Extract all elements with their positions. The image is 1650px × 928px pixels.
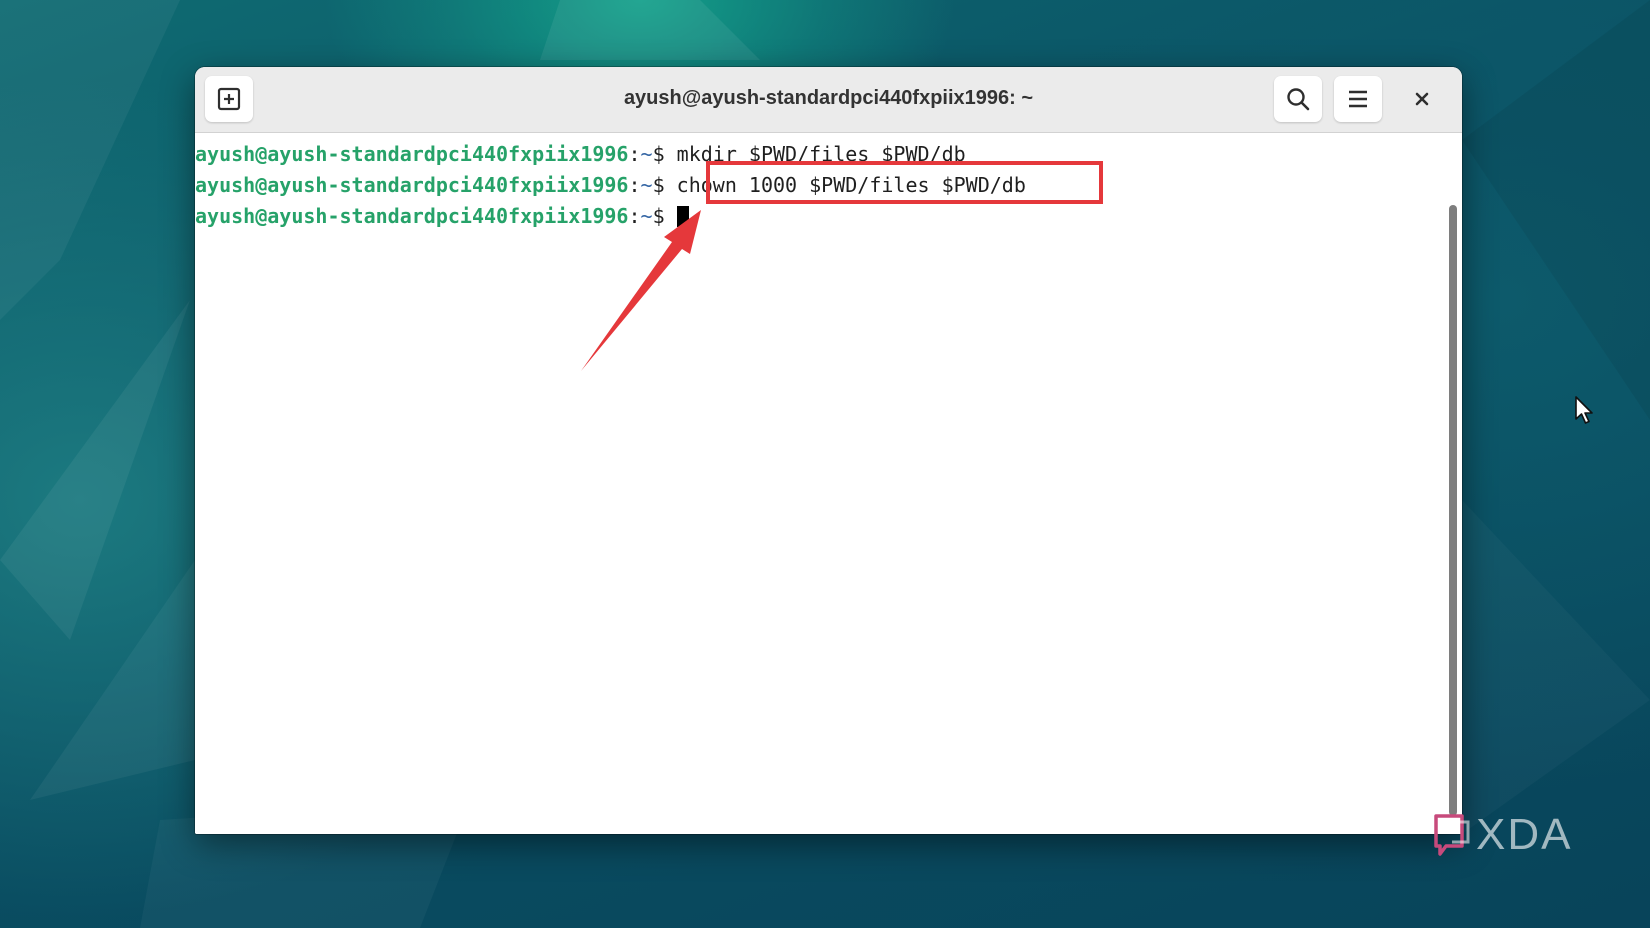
terminal-line: ayush@ayush-standardpci440fxpiix1996:~$ …: [195, 170, 1444, 201]
terminal-output[interactable]: ayush@ayush-standardpci440fxpiix1996:~$ …: [195, 133, 1444, 834]
search-button[interactable]: [1274, 76, 1322, 122]
xda-watermark: XDA: [1432, 812, 1572, 858]
prompt-path: ~: [640, 204, 653, 228]
prompt-path: ~: [640, 142, 653, 166]
title-bar: ayush@ayush-standardpci440fxpiix1996: ~: [195, 67, 1462, 133]
scrollbar-thumb[interactable]: [1449, 205, 1457, 816]
plus-square-icon: [217, 87, 241, 111]
scrollbar[interactable]: [1444, 133, 1462, 834]
hamburger-menu-icon: [1349, 90, 1367, 108]
prompt-user-host: ayush@ayush-standardpci440fxpiix1996: [195, 142, 629, 166]
main-menu-button[interactable]: [1334, 76, 1382, 122]
terminal-line: ayush@ayush-standardpci440fxpiix1996:~$: [195, 201, 1444, 232]
close-icon: [1415, 92, 1429, 106]
prompt-user-host: ayush@ayush-standardpci440fxpiix1996: [195, 204, 629, 228]
text-cursor: [676, 206, 689, 227]
close-button[interactable]: [1405, 82, 1439, 116]
search-icon: [1287, 88, 1310, 111]
command-text: mkdir $PWD/files $PWD/db: [676, 142, 966, 166]
terminal-line: ayush@ayush-standardpci440fxpiix1996:~$ …: [195, 139, 1444, 170]
prompt-symbol: $: [652, 204, 665, 228]
prompt-separator: :: [628, 204, 641, 228]
prompt-symbol: $: [652, 142, 665, 166]
new-tab-button[interactable]: [205, 76, 253, 122]
terminal-window: ayush@ayush-standardpci440fxpiix1996: ~ …: [195, 67, 1462, 834]
prompt-symbol: $: [652, 173, 665, 197]
prompt-separator: :: [628, 142, 641, 166]
command-text: chown 1000 $PWD/files $PWD/db: [676, 173, 1026, 197]
xda-logo-icon: [1434, 814, 1470, 856]
prompt-path: ~: [640, 173, 653, 197]
watermark-text: XDA: [1476, 810, 1573, 859]
prompt-user-host: ayush@ayush-standardpci440fxpiix1996: [195, 173, 629, 197]
window-title: ayush@ayush-standardpci440fxpiix1996: ~: [623, 87, 1034, 109]
mouse-pointer-icon: [1575, 396, 1593, 424]
prompt-separator: :: [628, 173, 641, 197]
